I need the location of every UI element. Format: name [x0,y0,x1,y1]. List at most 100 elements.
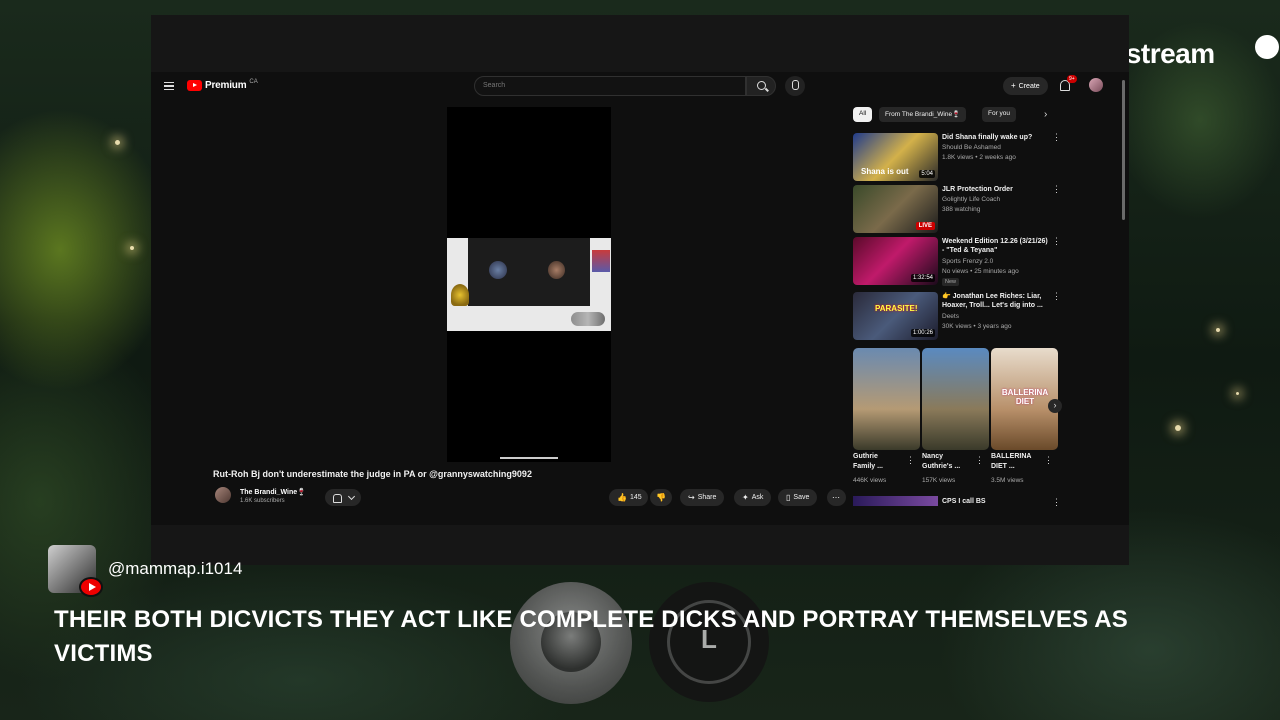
bokeh-light [1236,392,1239,395]
new-badge: New [942,278,960,286]
recommendation-meta: No views • 25 minutes ago [942,268,1019,275]
save-button[interactable]: ▯ Save [778,489,818,506]
more-actions-button[interactable]: ⋯ [827,489,846,506]
share-icon: ↪ [688,492,695,502]
subscribed-bell-button[interactable] [325,489,361,506]
share-button[interactable]: ↪ Share [680,489,725,506]
channel-avatar[interactable] [215,487,231,503]
short-thumbnail[interactable] [853,348,920,450]
chevron-right-icon[interactable]: › [1044,109,1047,120]
video-duration: 5:04 [919,170,935,178]
region-code: CA [249,78,258,85]
share-label: Share [697,494,717,501]
recommendation-meta: 30K views • 3 years ago [942,323,1012,330]
short-title: BALLERINA DIET ... [991,453,1032,470]
recommendation-title: Weekend Edition 12.26 (3/21/26) - "Ted &… [942,238,1048,254]
recommendation-channel: Golightly Life Coach [942,196,1001,203]
participant-avatar [489,261,507,279]
recommendation-title[interactable]: CPS I call BS [942,497,1042,506]
video-player[interactable] [447,107,611,462]
recommendation-channel: Deets [942,313,959,320]
flower-image [451,284,469,306]
video-thumbnail: LIVE [853,185,938,233]
more-options-icon[interactable]: ⋮ [975,456,984,465]
video-thumbnail: 1:32:54 [853,237,938,285]
video-stage [468,238,590,306]
subscriber-count: 1.6K subscribers [240,498,285,504]
video-thumbnail[interactable] [853,496,938,506]
bokeh-light [130,246,134,250]
short-views: 157K views [922,477,956,484]
ask-button[interactable]: ✦ Ask [734,489,772,506]
bokeh-light [1216,328,1220,332]
shorts-next-icon[interactable]: › [1048,399,1062,413]
recommendation-item[interactable]: Shana is out 5:04 Did Shana finally wake… [853,133,1063,181]
video-duration: 1:00:26 [910,329,935,337]
dislike-button[interactable]: 👎 [650,489,672,506]
more-options-icon[interactable]: ⋮ [1052,498,1061,507]
comment-text: THEIR BOTH DICVICTS THEY ACT LIKE COMPLE… [54,606,1128,667]
create-button[interactable]: + Create [1003,77,1048,95]
search-button[interactable] [746,76,776,96]
screen-share: Premium CA Search + Create 9+ Rut-Roh Bj… [151,15,1129,565]
video-frame [447,238,611,331]
more-options-icon[interactable]: ⋮ [1044,456,1053,465]
chip-all[interactable]: All [853,107,873,122]
youtube-icon [79,577,103,597]
recommendation-title: JLR Protection Order [942,186,1013,193]
recommendation-meta: 388 watching [942,206,981,213]
thumbnail-text: PARASITE! [875,304,918,313]
menu-icon[interactable] [164,82,174,90]
recommendation-item[interactable]: PARASITE! 1:00:26 👉 Jonathan Lee Riches:… [853,292,1063,340]
more-options-icon[interactable]: ⋮ [1052,185,1061,194]
video-thumbnail: Shana is out 5:04 [853,133,938,181]
ask-label: Ask [751,494,764,501]
recommendation-title: 👉 Jonathan Lee Riches: Liar, Hoaxer, Tro… [942,293,1043,309]
notification-badge: 9+ [1067,75,1077,83]
more-icon: ⋯ [832,492,840,502]
bookmark-icon: ▯ [786,492,791,502]
thumbnail-text: Shana is out [861,167,909,176]
scrollbar[interactable] [1122,80,1125,220]
search-input[interactable]: Search [474,76,746,96]
youtube-logo[interactable]: Premium CA [187,78,258,91]
live-badge: LIVE [915,222,935,230]
recommendation-channel: Should Be Ashamed [942,144,1001,151]
channel-name[interactable]: The Brandi_Wine🍷 [240,488,306,496]
save-label: Save [793,494,810,501]
recommendation-item[interactable]: 1:32:54 Weekend Edition 12.26 (3/21/26) … [853,237,1063,286]
chip-from-channel[interactable]: From The Brandi_Wine🍷 [879,107,967,122]
account-avatar[interactable] [1089,78,1103,92]
more-options-icon[interactable]: ⋮ [906,456,915,465]
like-button[interactable]: 👍 145 [609,489,648,506]
bokeh-light [115,140,120,145]
video-duration: 1:32:54 [910,274,935,282]
plus-icon: + [1011,81,1016,90]
search-icon [757,81,766,90]
thumbs-up-icon: 👍 [617,492,627,502]
sparkle-icon: ✦ [742,492,749,502]
short-title: Guthrie Family ... [853,453,883,470]
chip-for-you[interactable]: For you [982,107,1017,122]
commenter-handle: @mammap.i1014 [108,559,243,578]
short-thumbnail-text: BALLERINA DIET [1001,388,1049,406]
youtube-header: Premium CA Search + Create 9+ [151,72,1129,102]
more-options-icon[interactable]: ⋮ [1052,237,1061,246]
short-thumbnail[interactable] [922,348,989,450]
logo-text: Premium [205,80,247,91]
progress-bar[interactable] [500,457,558,459]
more-options-icon[interactable]: ⋮ [1052,292,1061,301]
stream-canvas: { "overlay": { "brand": "Restream", "com… [0,0,1280,720]
poster-image [592,250,610,272]
recommendation-title: Did Shana finally wake up? [942,134,1033,141]
youtube-play-icon [187,80,202,91]
voice-search-icon[interactable] [785,76,805,96]
recommendation-item[interactable]: LIVE JLR Protection Order Golightly Life… [853,185,1063,233]
bokeh-light [1175,425,1181,431]
more-options-icon[interactable]: ⋮ [1052,133,1061,142]
participant-avatar [548,261,565,279]
cat-image [571,312,605,326]
short-views: 446K views [853,477,887,484]
recommendation-channel: Sports Frenzy 2.0 [942,258,994,265]
short-thumbnail[interactable]: BALLERINA DIET [991,348,1058,450]
